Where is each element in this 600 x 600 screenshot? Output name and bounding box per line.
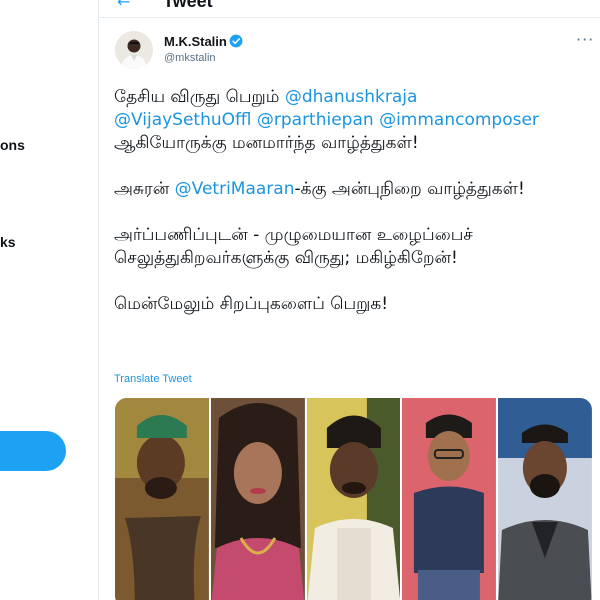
- avatar-image: [115, 31, 153, 69]
- tweet-text: தேசிய விருது பெறும் @dhanushkraja @Vijay…: [114, 86, 594, 339]
- tweet-paragraph-1: தேசிய விருது பெறும் @dhanushkraja @Vijay…: [114, 86, 594, 155]
- mention-link[interactable]: @VetriMaaran: [175, 179, 295, 199]
- tweet-paragraph-4: மென்மேலும் சிறப்புகளைப் பெறுக!: [114, 294, 389, 314]
- media-photo-2: [210, 398, 305, 600]
- back-arrow-icon[interactable]: ←: [117, 0, 130, 10]
- mention-link[interactable]: @dhanushkraja: [285, 87, 418, 107]
- tweet-media-collage[interactable]: [115, 398, 592, 600]
- tweet-paragraph-3: அர்ப்பணிப்புடன் - முழுமையான உழைப்பைச் செ…: [114, 225, 473, 268]
- translate-tweet-link[interactable]: Translate Tweet: [114, 373, 192, 385]
- nav-item-bookmarks-fragment[interactable]: ks: [0, 234, 16, 250]
- mention-link[interactable]: @immancomposer: [379, 110, 539, 130]
- author-handle[interactable]: @mkstalin: [164, 52, 216, 64]
- mention-link[interactable]: @VijaySethuOffl: [114, 110, 251, 130]
- media-photo-3: [306, 398, 401, 600]
- tweet-text-segment: அசுரன்: [114, 179, 175, 199]
- left-navigation: ons ks: [0, 0, 98, 600]
- nav-item-lists-fragment[interactable]: ons: [0, 137, 25, 153]
- page-header: ← Tweet: [99, 0, 600, 18]
- media-photo-5: [498, 398, 592, 600]
- tweet-text-segment: -க்கு அன்புநிறை வாழ்த்துகள்!: [294, 179, 525, 199]
- more-icon[interactable]: ···: [576, 30, 594, 49]
- tweet-compose-button[interactable]: [0, 431, 66, 471]
- tweet-text-segment: தேசிய விருது பெறும்: [114, 87, 285, 107]
- main-column: ← Tweet M.K.Stalin @mkstalin ··· தேசிய வ…: [98, 0, 600, 600]
- media-photo-4: [402, 398, 497, 600]
- page-title: Tweet: [163, 0, 213, 11]
- tweet-text-segment: ஆகியோருக்கு மனமார்ந்த வாழ்த்துகள்!: [114, 133, 419, 153]
- media-photo-1: [115, 398, 209, 600]
- tweet-paragraph-2: அசுரன் @VetriMaaran-க்கு அன்புநிறை வாழ்த…: [114, 178, 594, 201]
- author-name[interactable]: M.K.Stalin: [164, 34, 227, 49]
- mention-link[interactable]: @rparthiepan: [257, 110, 374, 130]
- verified-badge-icon: [229, 34, 243, 48]
- avatar[interactable]: [115, 31, 153, 69]
